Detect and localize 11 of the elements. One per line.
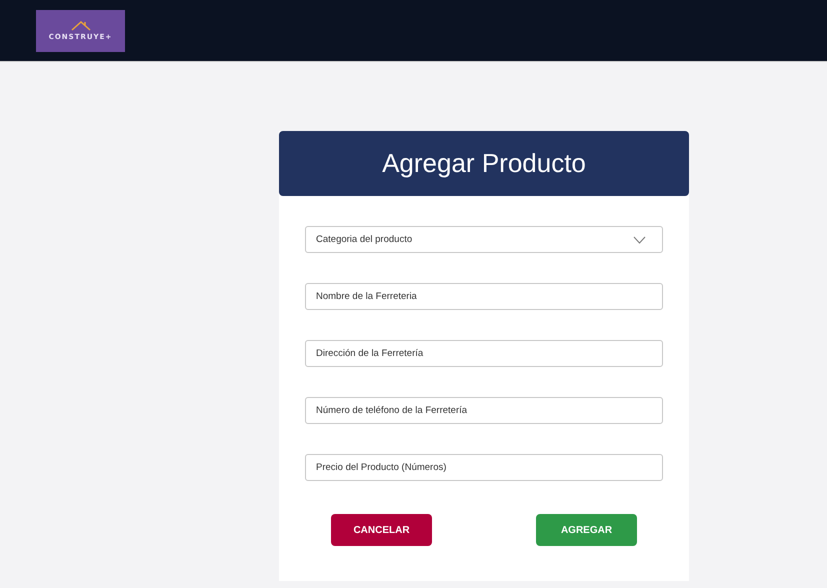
input-field[interactable]: Número de teléfono de la Ferretería bbox=[305, 397, 663, 424]
category-dropdown[interactable]: Categoria del producto bbox=[305, 226, 663, 253]
input-field[interactable]: Precio del Producto (Números) bbox=[305, 454, 663, 481]
roof-icon bbox=[70, 20, 90, 30]
cancel-button[interactable]: CANCELAR bbox=[331, 514, 432, 546]
form-title: Agregar Producto bbox=[382, 148, 586, 179]
chevron-down-icon bbox=[633, 236, 646, 244]
input-field[interactable]: Nombre de la Ferreteria bbox=[305, 283, 663, 310]
add-button[interactable]: AGREGAR bbox=[536, 514, 637, 546]
input-field[interactable]: Dirección de la Ferretería bbox=[305, 340, 663, 367]
dropdown-placeholder: Categoria del producto bbox=[316, 234, 412, 245]
